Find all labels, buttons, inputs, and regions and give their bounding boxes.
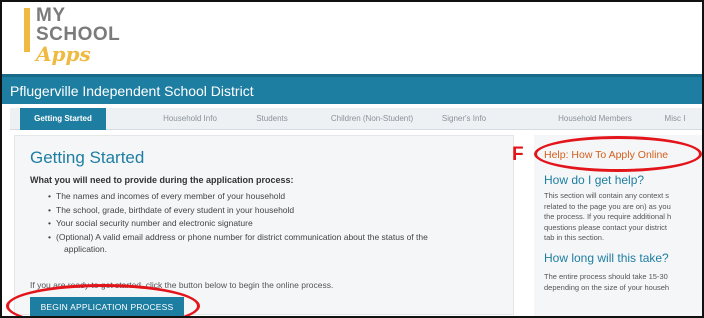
myschoolapps-logo[interactable]: MY SCHOOL Apps bbox=[24, 6, 124, 68]
help-line: related to the page you are on) as you bbox=[544, 201, 671, 211]
step-tabs: Getting Started Household Info Students … bbox=[10, 108, 702, 130]
time-line: depending on the size of your househ bbox=[544, 282, 670, 292]
time-heading: How long will this take? bbox=[544, 251, 669, 265]
help-line: questions please contact your district bbox=[544, 222, 667, 232]
requirements-list: The names and incomes of every member of… bbox=[48, 191, 498, 245]
help-heading: How do I get help? bbox=[544, 173, 645, 187]
tab-students[interactable]: Students bbox=[242, 108, 302, 130]
help-line: tab in this section. bbox=[544, 233, 605, 242]
tab-household-members[interactable]: Household Members bbox=[550, 108, 640, 130]
list-item: The school, grade, birthdate of every st… bbox=[48, 205, 498, 217]
tab-getting-started[interactable]: Getting Started bbox=[20, 108, 106, 130]
list-item: The names and incomes of every member of… bbox=[48, 191, 498, 203]
logo-text-apps: Apps bbox=[36, 42, 91, 66]
requirements-intro: What you will need to provide during the… bbox=[30, 175, 294, 185]
help-line: the process. If you require additional h bbox=[544, 212, 672, 221]
logo-header: MY SCHOOL Apps bbox=[2, 2, 702, 74]
list-item: Your social security number and electron… bbox=[48, 218, 498, 230]
app-window: MY SCHOOL Apps Pflugerville Independent … bbox=[0, 0, 704, 318]
tab-signers-info[interactable]: Signer's Info bbox=[434, 108, 494, 130]
annotation-marker-f: F bbox=[512, 144, 524, 165]
time-line: The entire process should take 15-30 bbox=[544, 272, 668, 281]
help-line: This section will contain any context s bbox=[544, 191, 670, 200]
tab-children-non-student[interactable]: Children (Non-Student) bbox=[322, 108, 422, 130]
tab-misc[interactable]: Misc I bbox=[650, 108, 700, 130]
logo-text-my: MY bbox=[36, 5, 66, 26]
district-banner: Pflugerville Independent School District bbox=[2, 74, 702, 104]
list-item-continuation: application. bbox=[64, 244, 108, 254]
tab-household-info[interactable]: Household Info bbox=[150, 108, 230, 130]
list-item: (Optional) A valid email address or phon… bbox=[48, 232, 498, 244]
annotation-ellipse-help bbox=[534, 136, 702, 172]
page-title: Getting Started bbox=[30, 148, 145, 167]
logo-accent-bar bbox=[24, 8, 30, 52]
district-title: Pflugerville Independent School District bbox=[10, 83, 254, 99]
